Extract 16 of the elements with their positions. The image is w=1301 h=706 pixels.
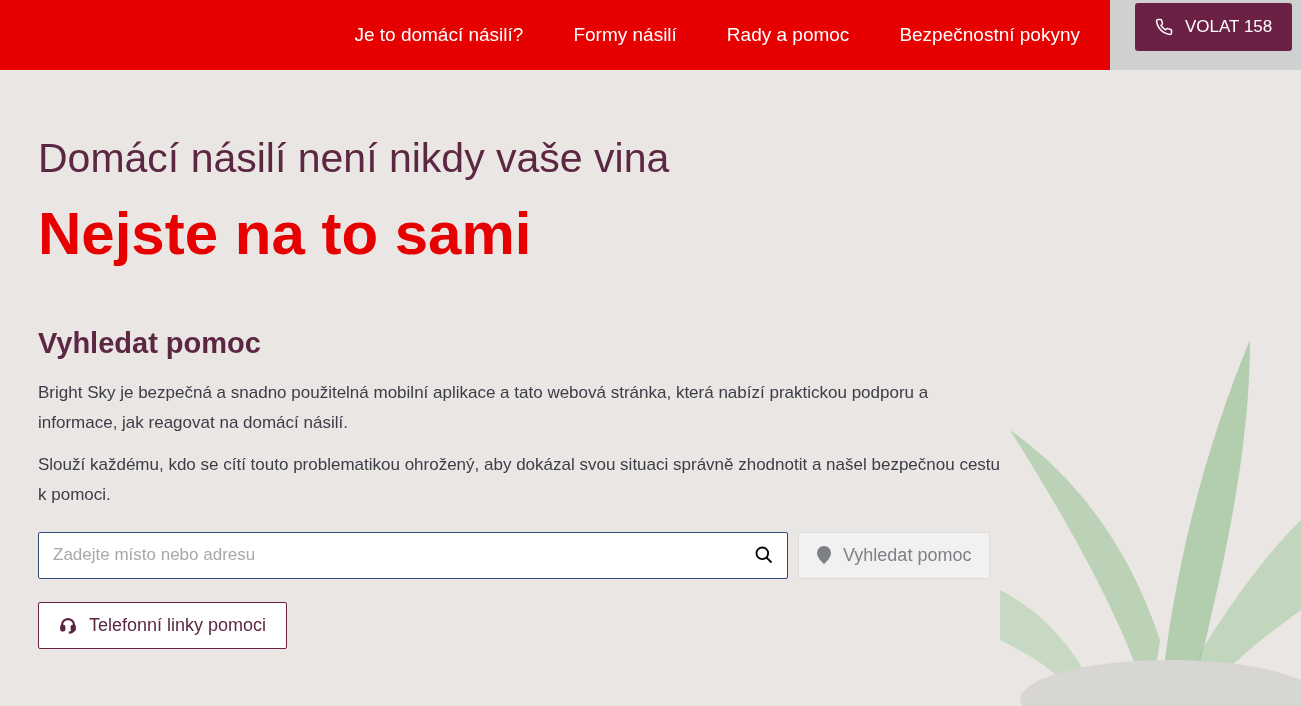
call-button[interactable]: VOLAT 158 <box>1135 3 1293 51</box>
nav-link[interactable]: Bezpečnostní pokyny <box>899 20 1080 50</box>
nav-link[interactable]: Formy násilí <box>573 20 677 50</box>
phone-icon <box>1155 18 1173 36</box>
nav-link[interactable]: Rady a pomoc <box>726 20 850 50</box>
section-heading: Vyhledat pomoc <box>38 326 262 361</box>
hero-title: Nejste na to sami <box>38 199 533 269</box>
intro-paragraph: Slouží každému, kdo se cítí touto problematikou ohrožený, aby dokázal svou situaci správně zhodnotit a našel bezpečnou cestu k pomoci. <box>38 453 1000 506</box>
hero-subtitle: Domácí násilí není nikdy vaše vina <box>38 134 671 183</box>
search-icon <box>754 544 774 565</box>
nav-link[interactable]: Je to domácí násilí? <box>354 20 524 50</box>
headset-icon <box>59 616 77 634</box>
search-field[interactable]: Zadejte místo nebo adresu <box>38 531 788 579</box>
map-pin-icon <box>817 546 831 564</box>
intro-paragraph: Bright Sky je bezpečná a snadno použitelná mobilní aplikace a tato webová stránka, která nabízí praktickou podporu a informace, jak reagovat na domácí násilí. <box>38 381 930 434</box>
helplines-button[interactable]: Telefonní linky pomoci <box>38 601 288 649</box>
